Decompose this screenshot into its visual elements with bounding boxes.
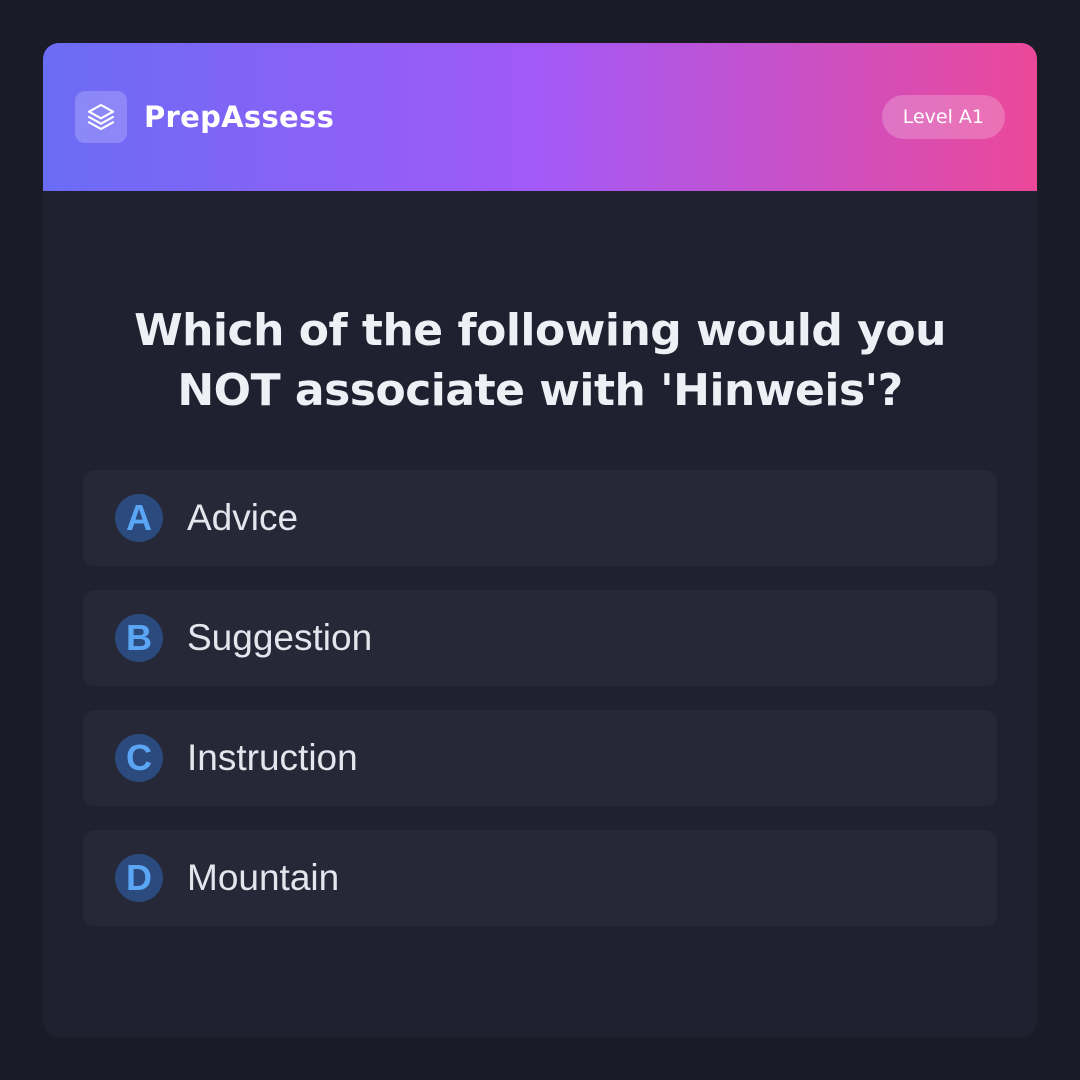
logo <box>75 91 127 143</box>
option-letter-badge: A <box>115 494 163 542</box>
layers-icon <box>87 103 115 131</box>
quiz-card: PrepAssess Level A1 Which of the followi… <box>43 43 1037 1037</box>
option-label: Instruction <box>187 737 358 778</box>
brand-name: PrepAssess <box>144 100 335 134</box>
level-badge: Level A1 <box>881 95 1005 139</box>
header-bar: PrepAssess Level A1 <box>43 43 1037 191</box>
option-a[interactable]: A Advice <box>83 470 997 566</box>
option-label: Advice <box>187 497 299 538</box>
option-letter-badge: D <box>115 854 163 902</box>
option-c[interactable]: C Instruction <box>83 710 997 806</box>
question-text: Which of the following would you NOT ass… <box>134 305 946 416</box>
option-label: Suggestion <box>187 617 373 658</box>
option-label: Mountain <box>187 857 340 898</box>
option-letter-badge: B <box>115 614 163 662</box>
option-b[interactable]: B Suggestion <box>83 590 997 686</box>
option-d[interactable]: D Mountain <box>83 830 997 926</box>
option-letter-badge: C <box>115 734 163 782</box>
answer-options: A Advice B Suggestion C Instruction D Mo… <box>83 470 997 950</box>
